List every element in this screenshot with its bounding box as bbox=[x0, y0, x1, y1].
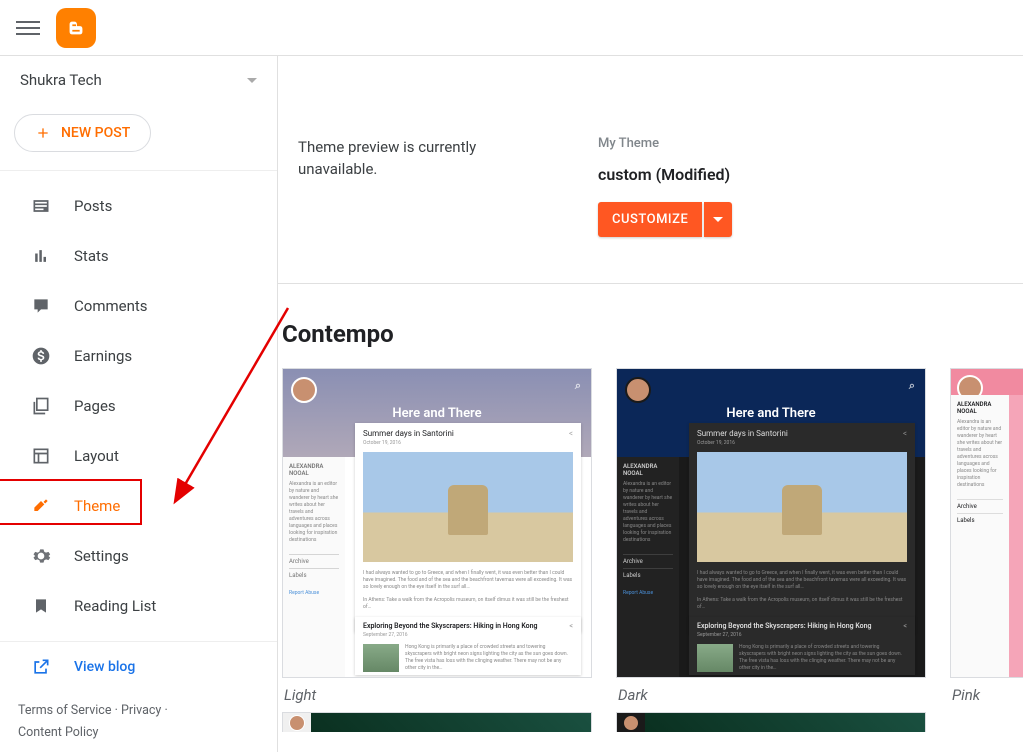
new-post-label: NEW POST bbox=[61, 125, 130, 141]
new-post-button[interactable]: NEW POST bbox=[14, 114, 151, 152]
sidebar-item-posts[interactable]: Posts bbox=[0, 181, 277, 231]
search-icon: ⌕ bbox=[909, 379, 915, 393]
nav-label: Posts bbox=[74, 197, 112, 215]
top-bar bbox=[0, 0, 1023, 56]
theme-preview-message: Theme preview is currently unavailable. bbox=[298, 136, 538, 237]
menu-icon[interactable] bbox=[16, 16, 40, 40]
my-theme-label: My Theme bbox=[598, 136, 732, 151]
search-icon: ⌕ bbox=[575, 379, 581, 393]
view-blog-label: View blog bbox=[74, 659, 135, 675]
theme-caption: Light bbox=[282, 678, 592, 712]
blog-selector[interactable]: Shukra Tech bbox=[0, 56, 277, 104]
nav-label: Comments bbox=[74, 297, 148, 315]
privacy-link[interactable]: Privacy bbox=[121, 703, 161, 718]
plus-icon bbox=[35, 125, 51, 141]
sidebar-item-pages[interactable]: Pages bbox=[0, 381, 277, 431]
nav-label: Theme bbox=[74, 497, 120, 515]
nav-label: Earnings bbox=[74, 347, 132, 365]
theme-card-dark: Here and There ⌕ ALEXANDRA NOOAL Alexand… bbox=[616, 368, 926, 732]
caret-down-icon bbox=[247, 78, 257, 83]
main-content: Theme preview is currently unavailable. … bbox=[278, 56, 1023, 752]
caret-down-icon bbox=[713, 217, 723, 222]
annotation-highlight bbox=[0, 479, 142, 525]
hero-title: Here and There bbox=[392, 406, 481, 421]
customize-button[interactable]: CUSTOMIZE bbox=[598, 202, 702, 237]
sidebar-item-comments[interactable]: Comments bbox=[0, 281, 277, 331]
theme-icon bbox=[30, 495, 52, 517]
pages-icon bbox=[30, 395, 52, 417]
theme-card-light: Here and There ⌕ ALEXANDRA NOOAL Alexand… bbox=[282, 368, 592, 732]
sidebar-item-theme[interactable]: Theme bbox=[0, 481, 277, 531]
sidebar-item-reading-list[interactable]: Reading List bbox=[0, 581, 277, 631]
sidebar-item-stats[interactable]: Stats bbox=[0, 231, 277, 281]
nav-label: Reading List bbox=[74, 597, 156, 615]
nav-label: Pages bbox=[74, 397, 116, 415]
avatar bbox=[291, 377, 317, 403]
thumbnail-post: Summer days in Santorini< October 19, 20… bbox=[689, 423, 915, 632]
avatar bbox=[625, 377, 651, 403]
customize-dropdown-button[interactable] bbox=[704, 202, 732, 237]
thumbnail-post: Summer days in Santorini< October 19, 20… bbox=[355, 423, 581, 632]
nav-label: Settings bbox=[74, 547, 129, 565]
terms-link[interactable]: Terms of Service bbox=[18, 703, 111, 718]
theme-caption: Pink bbox=[950, 678, 1023, 712]
sidebar-item-layout[interactable]: Layout bbox=[0, 431, 277, 481]
sidebar-item-earnings[interactable]: Earnings bbox=[0, 331, 277, 381]
comments-icon bbox=[30, 295, 52, 317]
sidebar: Shukra Tech NEW POST Posts Stats Comment… bbox=[0, 56, 278, 752]
content-policy-link[interactable]: Content Policy bbox=[18, 725, 98, 740]
earnings-icon bbox=[30, 345, 52, 367]
footer-links: Terms of Service · Privacy · Content Pol… bbox=[0, 692, 277, 752]
thumbnail-post-2: Exploring Beyond the Skyscrapers: Hiking… bbox=[689, 617, 915, 675]
posts-icon bbox=[30, 195, 52, 217]
my-theme-name: custom (Modified) bbox=[598, 165, 732, 184]
nav-label: Stats bbox=[74, 247, 109, 265]
blog-name: Shukra Tech bbox=[20, 71, 102, 89]
gear-icon bbox=[30, 545, 52, 567]
open-in-new-icon bbox=[30, 656, 52, 678]
bookmark-icon bbox=[30, 595, 52, 617]
stats-icon bbox=[30, 245, 52, 267]
theme-thumbnail[interactable] bbox=[282, 712, 592, 732]
theme-card-pink: ALEXANDRA NOOAL Alexandra is an editor b… bbox=[950, 368, 1023, 732]
view-blog-link[interactable]: View blog bbox=[0, 641, 277, 692]
blogger-logo[interactable] bbox=[56, 8, 96, 48]
thumbnail-sidebar: ALEXANDRA NOOAL Alexandra is an editor b… bbox=[283, 457, 345, 677]
theme-caption: Dark bbox=[616, 678, 926, 712]
theme-thumbnail[interactable]: ALEXANDRA NOOAL Alexandra is an editor b… bbox=[950, 368, 1023, 678]
theme-thumbnail[interactable] bbox=[616, 712, 926, 732]
theme-gallery: Here and There ⌕ ALEXANDRA NOOAL Alexand… bbox=[278, 358, 1023, 732]
thumbnail-sidebar: ALEXANDRA NOOAL Alexandra is an editor b… bbox=[951, 395, 1009, 677]
layout-icon bbox=[30, 445, 52, 467]
thumbnail-sidebar: ALEXANDRA NOOAL Alexandra is an editor b… bbox=[617, 457, 679, 677]
sidebar-item-settings[interactable]: Settings bbox=[0, 531, 277, 581]
thumbnail-post-2: Exploring Beyond the Skyscrapers: Hiking… bbox=[355, 617, 581, 675]
theme-thumbnail[interactable]: Here and There ⌕ ALEXANDRA NOOAL Alexand… bbox=[282, 368, 592, 678]
nav-label: Layout bbox=[74, 447, 119, 465]
theme-thumbnail[interactable]: Here and There ⌕ ALEXANDRA NOOAL Alexand… bbox=[616, 368, 926, 678]
hero-title: Here and There bbox=[726, 406, 815, 421]
theme-section-title: Contempo bbox=[278, 284, 1023, 358]
